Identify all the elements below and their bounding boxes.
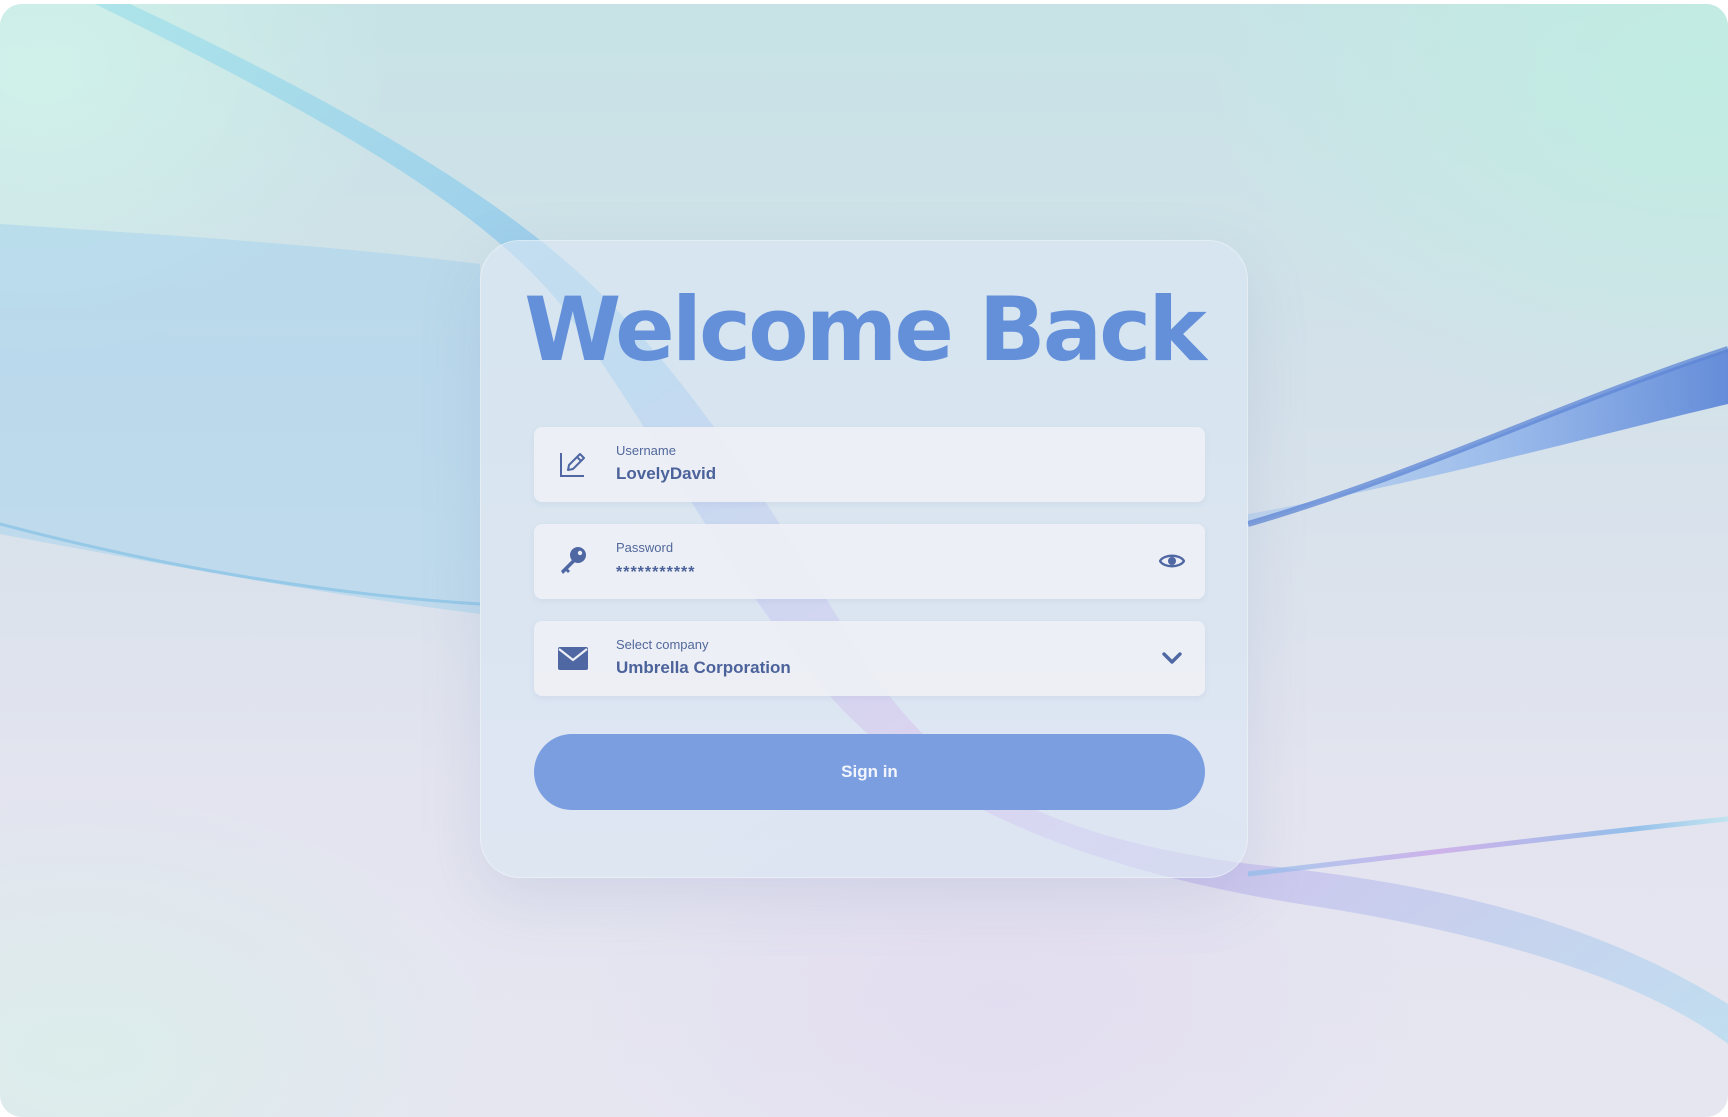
password-field[interactable]: Password *********** <box>534 524 1205 599</box>
eye-icon[interactable] <box>1158 550 1186 572</box>
chevron-down-icon[interactable] <box>1159 647 1185 669</box>
username-field[interactable]: Username LovelyDavid <box>534 427 1205 502</box>
mail-icon <box>556 641 590 675</box>
company-value: Umbrella Corporation <box>616 658 791 677</box>
company-label: Select company <box>616 637 709 652</box>
password-value[interactable]: *********** <box>616 564 696 582</box>
username-label: Username <box>616 443 676 458</box>
company-select[interactable]: Select company Umbrella Corporation <box>534 621 1205 696</box>
edit-icon <box>556 447 590 481</box>
password-label: Password <box>616 540 674 555</box>
key-icon <box>556 544 590 578</box>
sign-in-button[interactable]: Sign in <box>534 734 1205 810</box>
username-value[interactable]: LovelyDavid <box>616 464 716 484</box>
page-title: Welcome Back <box>524 278 1207 381</box>
